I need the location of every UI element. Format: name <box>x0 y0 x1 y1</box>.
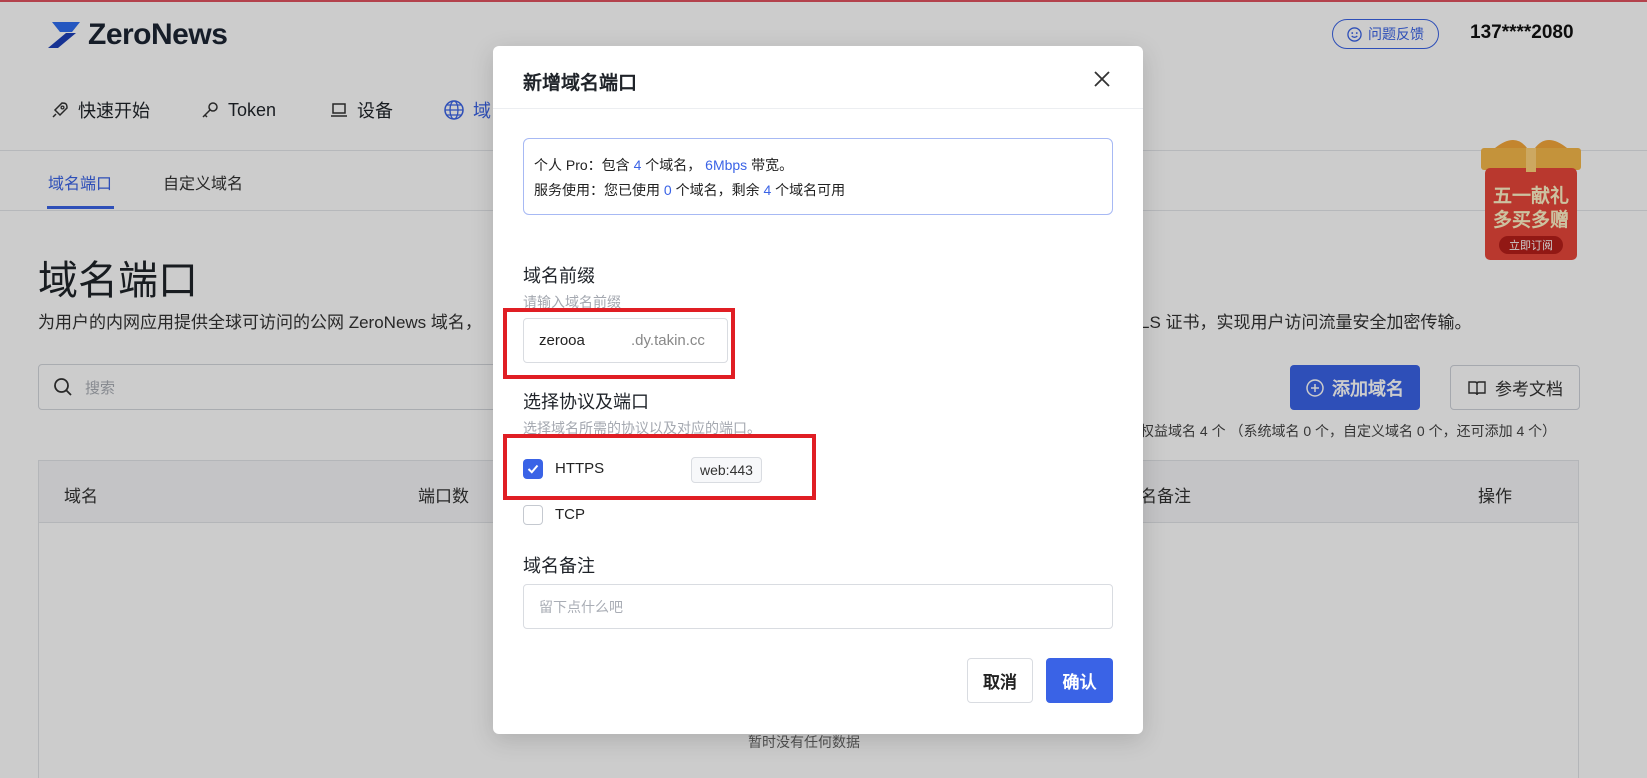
annotation-highlight-protocol <box>503 434 816 500</box>
close-button[interactable] <box>1089 66 1115 92</box>
dialog-title: 新增域名端口 <box>523 73 638 94</box>
tcp-checkbox[interactable] <box>523 505 543 525</box>
cancel-button[interactable]: 取消 <box>967 658 1033 703</box>
domain-remark-label: 域名备注 <box>523 556 595 576</box>
usage-mid: 个域名，剩余 <box>671 182 764 198</box>
plan-info-box: 个人 Pro：包含 4 个域名， 6Mbps 带宽。 服务使用：您已使用 0 个… <box>523 138 1113 215</box>
tcp-label[interactable]: TCP <box>555 506 585 523</box>
plan-suffix: 带宽。 <box>747 157 794 173</box>
usage-used: 0 <box>663 182 672 198</box>
usage-line: 服务使用：您已使用 0 个域名，剩余 4 个域名可用 <box>534 178 1102 203</box>
plan-bandwidth: 6Mbps <box>705 157 748 173</box>
domain-prefix-label: 域名前缀 <box>523 266 595 286</box>
plan-prefix: 个人 Pro：包含 <box>534 157 634 173</box>
add-domain-port-dialog: 新增域名端口 个人 Pro：包含 4 个域名， 6Mbps 带宽。 服务使用：您… <box>493 46 1143 734</box>
domain-remark-input[interactable] <box>523 584 1113 629</box>
plan-line: 个人 Pro：包含 4 个域名， 6Mbps 带宽。 <box>534 153 1102 178</box>
usage-prefix: 服务使用：您已使用 <box>534 182 664 198</box>
usage-suffix: 个域名可用 <box>771 182 846 198</box>
dialog-header-divider <box>493 108 1143 109</box>
confirm-button[interactable]: 确认 <box>1046 658 1113 703</box>
protocol-label: 选择协议及端口 <box>523 392 649 412</box>
plan-mid: 个域名， <box>641 157 702 173</box>
close-icon <box>1094 71 1110 87</box>
annotation-highlight-prefix <box>503 308 735 379</box>
